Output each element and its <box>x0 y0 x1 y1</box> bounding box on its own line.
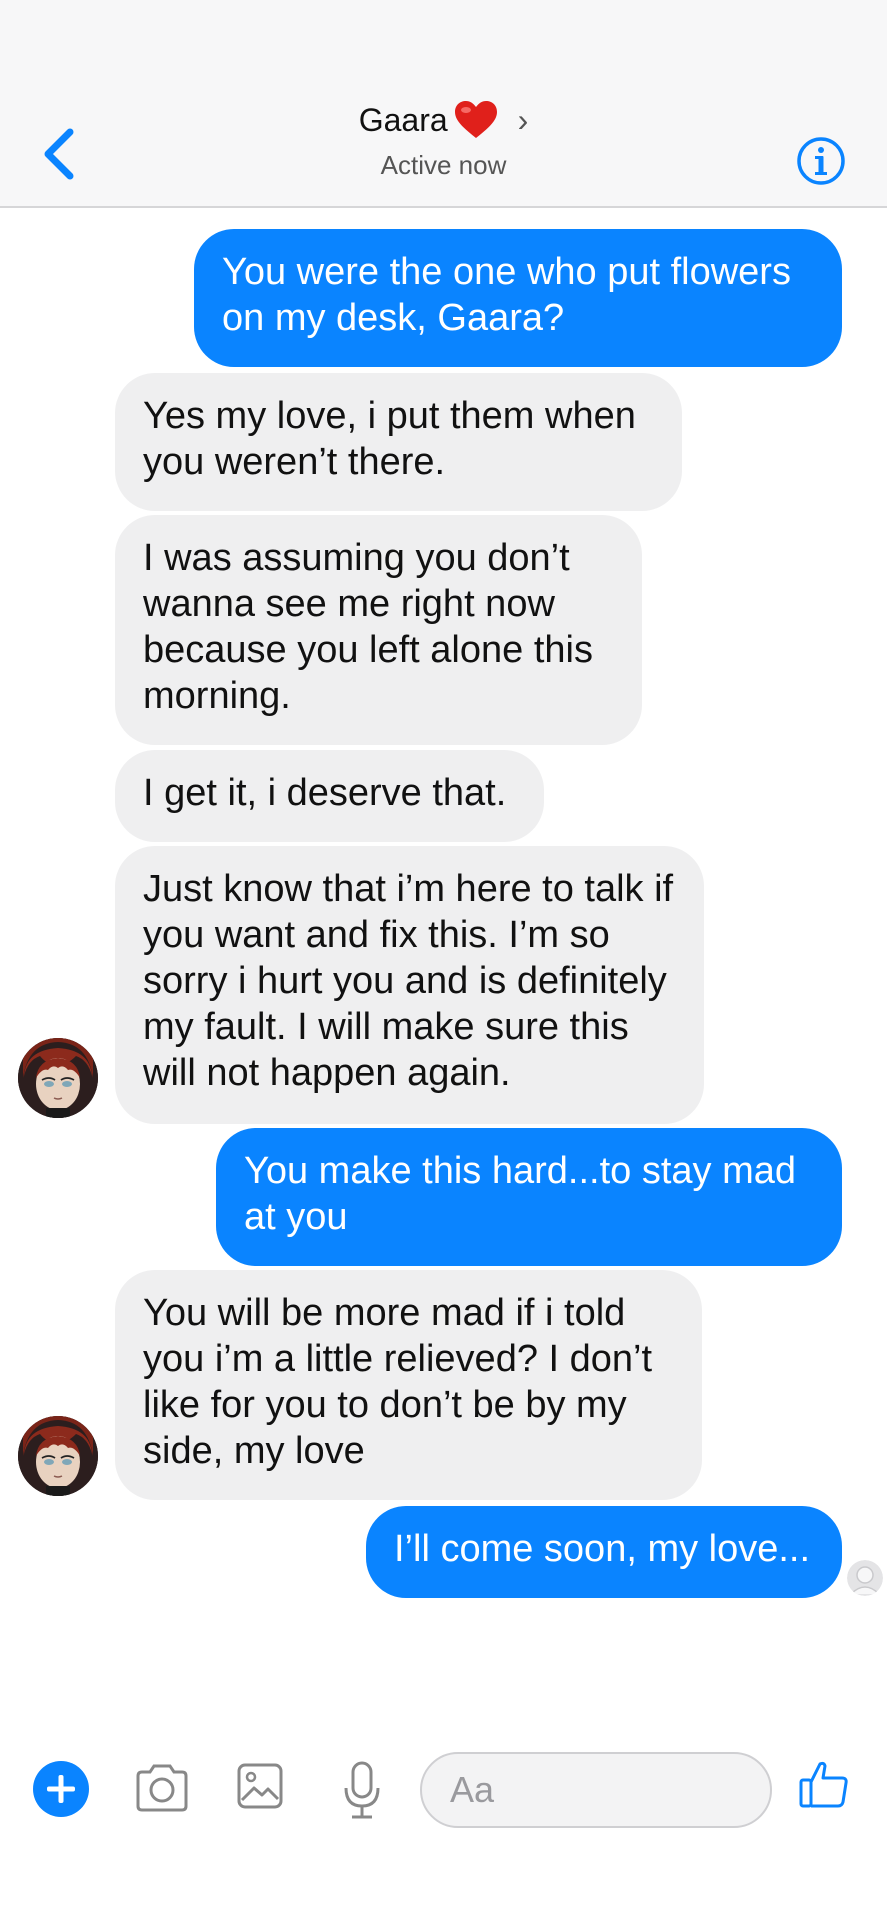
seen-indicator-avatar <box>847 1560 883 1596</box>
info-icon <box>797 137 845 185</box>
like-button[interactable] <box>798 1758 850 1810</box>
microphone-button[interactable] <box>342 1760 382 1820</box>
message-incoming[interactable]: Yes my love, i put them when you weren’t… <box>115 373 682 511</box>
contact-name: Gaara <box>358 101 448 138</box>
avatar[interactable] <box>18 1038 98 1118</box>
like-icon <box>799 1761 848 1808</box>
plus-icon <box>33 1761 89 1817</box>
message-outgoing[interactable]: You were the one who put flowers on my d… <box>194 229 842 367</box>
more-actions-button[interactable] <box>32 1760 90 1818</box>
info-button[interactable] <box>796 136 846 186</box>
gallery-button[interactable] <box>236 1762 284 1810</box>
active-status: Active now <box>380 150 507 180</box>
message-composer[interactable] <box>420 1752 772 1828</box>
gallery-icon <box>237 1763 283 1809</box>
microphone-icon <box>344 1761 380 1819</box>
message-input[interactable] <box>448 1768 752 1812</box>
message-incoming[interactable]: You will be more mad if i told you i’m a… <box>115 1270 702 1500</box>
message-incoming[interactable]: I get it, i deserve that. <box>115 750 544 842</box>
conversation-header: Gaara › Active now <box>0 0 887 208</box>
message-incoming[interactable]: I was assuming you don’t wanna see me ri… <box>115 515 642 745</box>
message-outgoing[interactable]: I’ll come soon, my love... <box>366 1506 842 1598</box>
heart-icon <box>454 100 498 140</box>
avatar[interactable] <box>18 1416 98 1496</box>
camera-button[interactable] <box>134 1762 190 1814</box>
chevron-right-icon: › <box>517 101 529 138</box>
message-incoming[interactable]: Just know that i’m here to talk if you w… <box>115 846 704 1124</box>
contact-title[interactable]: Gaara › Active now <box>0 100 887 181</box>
message-outgoing[interactable]: You make this hard...to stay mad at you <box>216 1128 842 1266</box>
camera-icon <box>136 1764 188 1812</box>
